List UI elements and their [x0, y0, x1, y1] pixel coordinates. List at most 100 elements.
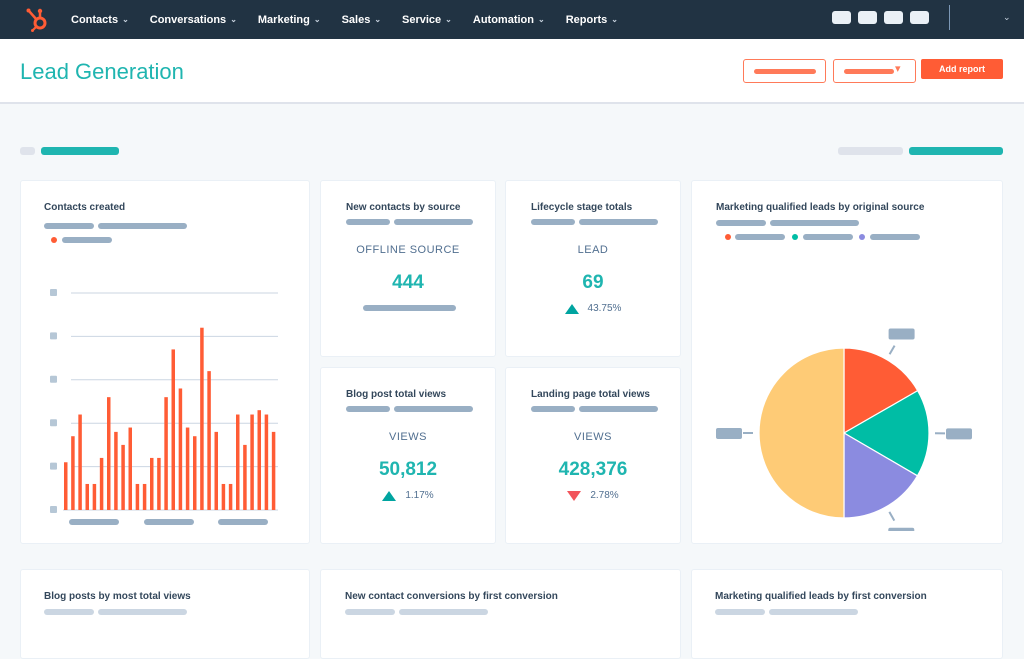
bar	[243, 445, 247, 510]
nav-label: Conversations	[150, 14, 226, 26]
kpi-label: OFFLINE SOURCE	[321, 244, 495, 256]
kpi-value: 428,376	[506, 459, 680, 481]
bar	[114, 432, 118, 510]
bar	[136, 484, 140, 510]
bar	[250, 415, 254, 510]
bar	[236, 415, 240, 510]
bar	[100, 458, 104, 510]
chevron-down-icon: ⌄	[611, 15, 618, 24]
subtitle-placeholder	[399, 609, 488, 615]
header-dropdown-button[interactable]: ▾	[833, 59, 916, 83]
y-tick-label	[50, 376, 57, 383]
bar	[193, 436, 197, 510]
kpi-delta: 2.78%	[506, 490, 680, 501]
filter-pill[interactable]	[41, 147, 119, 155]
filter-pill-secondary[interactable]	[838, 147, 903, 155]
bar	[179, 388, 183, 510]
delta-value: 2.78%	[590, 490, 618, 501]
delta-value: 43.75%	[588, 303, 622, 314]
card-blog-post-total-views: Blog post total views VIEWS 50,812 1.17%	[320, 367, 496, 544]
nav-sales[interactable]: Sales⌄	[342, 14, 381, 26]
card-mql-by-first-conversion: Marketing qualified leads by first conve…	[691, 569, 1003, 659]
chevron-down-icon: ⌄	[314, 15, 321, 24]
add-report-button[interactable]: Add report	[921, 59, 1003, 79]
delta-value: 1.17%	[405, 490, 433, 501]
chevron-down-icon: ⌄	[445, 15, 452, 24]
card-new-contact-conversions: New contact conversions by first convers…	[320, 569, 681, 659]
subtitle-placeholder	[345, 609, 395, 615]
chevron-down-icon: ⌄	[230, 15, 237, 24]
trend-up-icon	[565, 304, 579, 314]
bar	[129, 428, 133, 510]
bar	[157, 458, 161, 510]
nav-marketing[interactable]: Marketing⌄	[258, 14, 321, 26]
leader-line	[890, 346, 895, 355]
bar	[229, 484, 233, 510]
legend-label-placeholder	[803, 234, 853, 240]
legend-dot	[725, 234, 731, 240]
card-new-contacts-by-source: New contacts by source OFFLINE SOURCE 44…	[320, 180, 496, 357]
nav-utility-button[interactable]	[910, 11, 929, 24]
bar	[186, 428, 190, 510]
card-title: Lifecycle stage totals	[531, 202, 632, 213]
trend-up-icon	[382, 491, 396, 501]
card-landing-page-total-views: Landing page total views VIEWS 428,376 2…	[505, 367, 681, 544]
chevron-down-icon: ⌄	[374, 15, 381, 24]
bar	[93, 484, 97, 510]
card-title: Blog posts by most total views	[44, 591, 191, 602]
nav-conversations[interactable]: Conversations ⌄	[150, 14, 237, 26]
header-action-button[interactable]	[743, 59, 826, 83]
leader-line	[889, 512, 894, 521]
bar	[121, 445, 125, 510]
legend-dot	[51, 237, 57, 243]
subtitle-placeholder	[770, 220, 859, 226]
bar	[265, 415, 269, 510]
card-title: New contacts by source	[346, 202, 460, 213]
subtitle-placeholder	[44, 223, 94, 229]
bar	[172, 349, 176, 510]
nav-contacts[interactable]: Contacts⌄	[71, 14, 129, 26]
bar	[86, 484, 90, 510]
hubspot-logo-icon[interactable]	[24, 6, 50, 32]
nav-label: Sales	[342, 14, 371, 26]
kpi-label: LEAD	[506, 244, 680, 256]
bar	[107, 397, 111, 510]
account-menu-chevron-icon[interactable]: ⌄	[1003, 12, 1011, 23]
legend-label-placeholder	[870, 234, 920, 240]
bar	[64, 462, 68, 510]
kpi-delta: 1.17%	[321, 490, 495, 501]
contacts-bar-chart	[21, 281, 311, 536]
nav-utility-button[interactable]	[858, 11, 877, 24]
filter-pill-primary[interactable]	[909, 147, 1003, 155]
subtitle-placeholder	[346, 219, 390, 225]
kpi-sub-placeholder	[363, 305, 456, 311]
subtitle-placeholder	[769, 609, 858, 615]
slice-label	[888, 528, 914, 531]
nav-label: Reports	[566, 14, 608, 26]
subtitle-placeholder	[394, 406, 473, 412]
subtitle-placeholder	[715, 609, 765, 615]
card-title: Marketing qualified leads by first conve…	[715, 591, 927, 602]
bar	[258, 410, 262, 510]
filter-toggle[interactable]	[20, 147, 35, 155]
bar	[150, 458, 154, 510]
nav-utility-button[interactable]	[832, 11, 851, 24]
button-label-placeholder	[754, 69, 816, 74]
subtitle-placeholder	[531, 219, 575, 225]
nav-reports[interactable]: Reports⌄	[566, 14, 618, 26]
bar	[207, 371, 211, 510]
nav-label: Service	[402, 14, 441, 26]
kpi-delta: 43.75%	[506, 303, 680, 314]
kpi-label: VIEWS	[506, 431, 680, 443]
subtitle-placeholder	[531, 406, 575, 412]
nav-automation[interactable]: Automation⌄	[473, 14, 545, 26]
bar	[143, 484, 147, 510]
nav-label: Contacts	[71, 14, 118, 26]
page-title: Lead Generation	[20, 59, 184, 85]
page-header: Lead Generation ▾ Add report	[0, 39, 1024, 104]
nav-service[interactable]: Service ⌄	[402, 14, 452, 26]
nav-utility-button[interactable]	[884, 11, 903, 24]
subtitle-placeholder	[44, 609, 94, 615]
slice-label	[946, 428, 972, 439]
card-blog-posts-by-views: Blog posts by most total views	[20, 569, 310, 659]
